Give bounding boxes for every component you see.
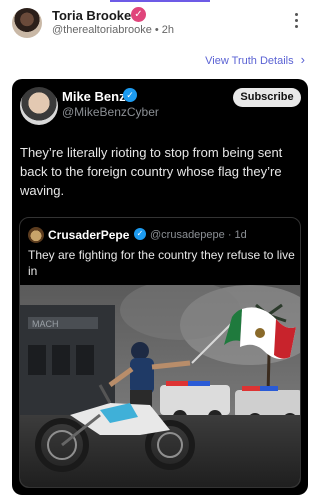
author-name[interactable]: Toria Brooke [52,8,131,23]
post-header: Toria Brooke ✓ @therealtoriabrooke • 2h [10,6,309,40]
quoted-post-photo[interactable]: MACH [20,285,300,487]
embedded-author-name[interactable]: Mike Benz [62,89,126,104]
verified-badge-icon: ✓ [123,88,137,102]
author-avatar[interactable] [12,8,42,38]
quoted-author-name[interactable]: CrusaderPepe [48,228,129,242]
subscribe-button[interactable]: Subscribe [233,88,301,107]
verified-badge-icon: ✓ [134,228,146,240]
view-truth-details-label: View Truth Details [205,55,294,67]
embedded-author-handle[interactable]: @MikeBenzCyber [62,105,159,119]
verified-badge-icon: ✓ [131,7,146,22]
embedded-post-card[interactable]: Mike Benz ✓ @MikeBenzCyber Subscribe The… [12,79,308,495]
quoted-author-handle-time[interactable]: @crusadepepe · 1d [150,229,247,241]
quoted-author-avatar[interactable] [28,227,44,243]
protest-photo-illustration: MACH [20,285,300,487]
svg-text:MACH: MACH [32,319,59,329]
quoted-post-text: They are fighting for the country they r… [28,248,295,278]
top-accent-line [110,0,210,2]
author-handle-time[interactable]: @therealtoriabrooke • 2h [52,24,174,36]
embedded-post-text: They’re literally rioting to stop from b… [20,145,283,198]
chevron-right-icon: › [300,52,305,67]
more-vertical-icon[interactable] [291,12,301,32]
view-truth-details-link[interactable]: View Truth Details › [205,52,305,67]
embedded-author-avatar[interactable] [20,87,58,125]
quoted-post[interactable]: CrusaderPepe ✓ @crusadepepe · 1d They ar… [19,217,301,488]
